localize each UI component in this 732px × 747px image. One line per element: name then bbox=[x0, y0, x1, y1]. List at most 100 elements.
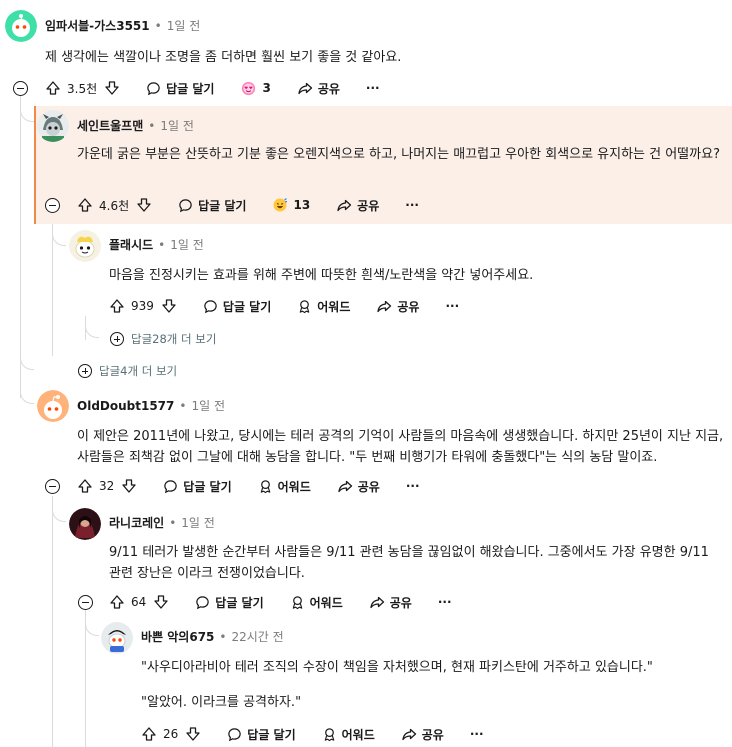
collapse-button[interactable] bbox=[45, 198, 60, 213]
plus-circle-icon bbox=[78, 364, 92, 378]
laughing-award-icon bbox=[273, 198, 288, 212]
reply-button[interactable]: 답글 달기 bbox=[203, 298, 271, 315]
share-button[interactable]: 공유 bbox=[337, 478, 380, 495]
upvote-icon bbox=[110, 299, 124, 313]
avatar[interactable] bbox=[69, 508, 101, 540]
vote-count: 4.6천 bbox=[99, 198, 130, 213]
thread-curve bbox=[20, 390, 34, 404]
award-button[interactable]: 어워드 bbox=[322, 726, 375, 743]
share-icon bbox=[338, 480, 352, 492]
share-button[interactable]: 공유 bbox=[369, 594, 412, 611]
reply-button[interactable]: 답글 달기 bbox=[178, 197, 246, 214]
share-button[interactable]: 공유 bbox=[297, 80, 340, 97]
username[interactable]: 플래시드 bbox=[109, 236, 153, 253]
downvote-button[interactable] bbox=[121, 478, 137, 494]
upvote-button[interactable] bbox=[141, 726, 157, 742]
share-button[interactable]: 공유 bbox=[336, 197, 379, 214]
vote-count: 26 bbox=[163, 727, 179, 741]
comment-meta: 라니코레인 • 1일 전 bbox=[109, 514, 215, 531]
award-button[interactable]: 어워드 bbox=[290, 594, 343, 611]
downvote-button[interactable] bbox=[104, 80, 120, 96]
avatar[interactable] bbox=[101, 622, 133, 654]
comment-meta: 플래시드 • 1일 전 bbox=[109, 236, 204, 253]
upvote-icon bbox=[142, 727, 156, 741]
award-icon bbox=[299, 299, 310, 313]
downvote-button[interactable] bbox=[185, 726, 201, 742]
comment-bubble-icon bbox=[179, 198, 192, 212]
more-options-button[interactable]: ··· bbox=[406, 479, 420, 493]
downvote-icon bbox=[105, 81, 119, 95]
award-button[interactable]: 어워드 bbox=[297, 298, 350, 315]
comment-bubble-icon bbox=[204, 299, 217, 313]
award-button[interactable]: 3 bbox=[240, 81, 271, 96]
upvote-button[interactable] bbox=[45, 80, 61, 96]
share-icon bbox=[402, 728, 416, 740]
vote-count: 939 bbox=[131, 299, 154, 313]
comment-actions: 64 답글 달기 어워드 공유 ··· bbox=[109, 590, 452, 614]
downvote-button[interactable] bbox=[153, 594, 169, 610]
more-replies-link[interactable]: 답글4개 더 보기 bbox=[78, 363, 177, 379]
username[interactable]: OldDoubt1577 bbox=[77, 399, 174, 413]
username[interactable]: 바쁜 악의675 bbox=[141, 628, 214, 645]
comment-actions: 939 답글 달기 어워드 공유 ··· bbox=[109, 294, 459, 318]
share-button[interactable]: 공유 bbox=[401, 726, 444, 743]
collapse-button[interactable] bbox=[78, 595, 93, 610]
upvote-icon bbox=[78, 479, 92, 493]
downvote-icon bbox=[137, 198, 151, 212]
more-options-button[interactable]: ··· bbox=[470, 727, 484, 741]
reply-button[interactable]: 답글 달기 bbox=[227, 726, 296, 743]
collapse-button[interactable] bbox=[13, 81, 28, 96]
more-options-button[interactable]: ··· bbox=[366, 81, 380, 95]
comment-body: "사우디아라비아 테러 조직의 수장이 책임을 자처했으며, 현재 파키스탄에 … bbox=[141, 660, 653, 675]
award-button[interactable]: 어워드 bbox=[258, 478, 311, 495]
reply-button[interactable]: 답글 달기 bbox=[195, 594, 264, 611]
avatar[interactable] bbox=[69, 230, 101, 262]
timestamp: 1일 전 bbox=[181, 516, 215, 530]
share-button[interactable]: 공유 bbox=[376, 298, 419, 315]
avatar[interactable] bbox=[5, 10, 37, 42]
downvote-button[interactable] bbox=[161, 298, 177, 314]
username[interactable]: 세인트울프맨 bbox=[77, 117, 143, 134]
avatar[interactable] bbox=[37, 110, 69, 142]
comment-actions: 26 답글 달기 어워드 공유 ··· bbox=[141, 722, 484, 746]
timestamp: 1일 전 bbox=[160, 119, 194, 133]
more-options-button[interactable]: ··· bbox=[405, 198, 419, 212]
more-replies-link[interactable]: 답글28개 더 보기 bbox=[110, 331, 216, 347]
username[interactable]: 라니코레인 bbox=[109, 514, 164, 531]
share-icon bbox=[337, 199, 352, 211]
upvote-button[interactable] bbox=[109, 594, 125, 610]
more-options-button[interactable]: ··· bbox=[445, 299, 459, 313]
timestamp: 1일 전 bbox=[170, 238, 204, 252]
comment-actions: 3.5천 답글 달기 3 공유 ··· bbox=[45, 76, 380, 100]
username[interactable]: 임파서블-가스3551 bbox=[45, 17, 150, 34]
more-options-button[interactable]: ··· bbox=[438, 595, 452, 609]
timestamp: 22시간 전 bbox=[231, 630, 284, 644]
comment-bubble-icon bbox=[196, 595, 210, 609]
upvote-button[interactable] bbox=[109, 298, 125, 314]
reply-button[interactable]: 답글 달기 bbox=[146, 80, 214, 97]
comment-body: 이 제안은 2011년에 나왔고, 당시에는 테러 공격의 기억이 사람들의 마… bbox=[77, 429, 724, 465]
comment-bubble-icon bbox=[164, 479, 178, 493]
comment-bubble-icon bbox=[228, 727, 242, 741]
reply-button[interactable]: 답글 달기 bbox=[163, 478, 232, 495]
upvote-button[interactable] bbox=[77, 197, 93, 213]
comment-meta: 세인트울프맨 • 1일 전 bbox=[77, 117, 194, 134]
share-icon bbox=[377, 300, 392, 312]
upvote-icon bbox=[78, 198, 92, 212]
avatar[interactable] bbox=[37, 390, 69, 422]
vote-count: 32 bbox=[99, 479, 115, 493]
award-icon bbox=[260, 479, 270, 493]
thread-curve bbox=[85, 324, 99, 338]
comment-body: 마음을 진정시키는 효과를 위해 주변에 따뜻한 흰색/노란색을 약간 넣어주세… bbox=[109, 268, 534, 283]
comment-body-paragraph: "알았어. 이라크를 공격하자." bbox=[141, 695, 302, 710]
upvote-button[interactable] bbox=[77, 478, 93, 494]
upvote-icon bbox=[46, 81, 60, 95]
comment-body: 9/11 테러가 발생한 순간부터 사람들은 9/11 관련 농담을 끊임없이 … bbox=[109, 545, 709, 581]
award-icon bbox=[292, 595, 302, 609]
downvote-icon bbox=[154, 595, 168, 609]
plus-circle-icon bbox=[110, 332, 124, 346]
collapse-button[interactable] bbox=[45, 479, 60, 494]
award-button[interactable]: 13 bbox=[272, 197, 310, 213]
comment-meta: OldDoubt1577 • 1일 전 bbox=[77, 398, 225, 414]
downvote-button[interactable] bbox=[136, 197, 152, 213]
